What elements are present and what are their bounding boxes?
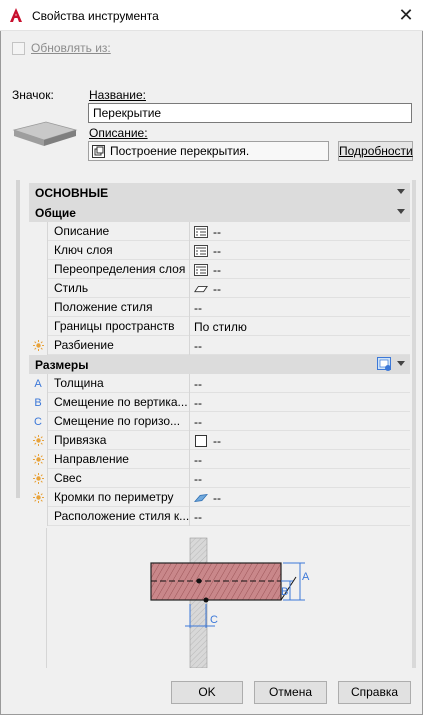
update-from-label: Обновлять из:	[31, 41, 111, 55]
vertical-scrollbar[interactable]	[412, 180, 416, 668]
section-general-title: Общие	[35, 205, 76, 220]
property-row-space-boundaries[interactable]: Границы пространств По стилю	[29, 317, 410, 336]
collapse-icon[interactable]	[397, 209, 405, 214]
help-button[interactable]: Справка	[338, 681, 411, 704]
square-icon	[195, 434, 207, 447]
palette-left-bar	[16, 180, 20, 498]
properties-grid: ОСНОВНЫЕ Общие Описание -- Ключ слоя -- …	[29, 183, 410, 526]
sun-icon	[32, 473, 44, 484]
section-general-header[interactable]: Общие	[29, 203, 410, 222]
collapse-icon[interactable]	[397, 189, 405, 194]
description-field[interactable]: Построение перекрытия.	[88, 141, 329, 161]
window-title: Свойства инструмента	[32, 9, 159, 23]
slab-section-diagram: A B C	[150, 537, 310, 668]
property-row-style-location[interactable]: Положение стиля --	[29, 298, 410, 317]
cancel-button[interactable]: Отмена	[254, 681, 327, 704]
property-row-justify[interactable]: Привязка --	[29, 431, 410, 450]
property-row-layer-key[interactable]: Ключ слоя --	[29, 241, 410, 260]
description-icon	[92, 144, 105, 158]
autocad-logo-icon	[10, 8, 22, 22]
dimension-label-b: B	[281, 586, 288, 598]
property-row-description[interactable]: Описание --	[29, 222, 410, 241]
name-input[interactable]: Перекрытие	[88, 103, 412, 123]
ok-button[interactable]: OK	[171, 681, 243, 704]
collapse-icon[interactable]	[397, 361, 405, 366]
property-row-direction[interactable]: Направление --	[29, 450, 410, 469]
edge-icon	[194, 493, 208, 502]
dimension-letter-b: B	[34, 396, 42, 409]
property-row-horizontal-offset[interactable]: C Смещение по горизо... --	[29, 412, 410, 431]
property-row-perimeter-edges[interactable]: Кромки по периметру --	[29, 488, 410, 507]
section-main-title: ОСНОВНЫЕ	[35, 186, 109, 200]
section-dimensions-title: Размеры	[35, 357, 89, 372]
property-row-split[interactable]: Разбиение --	[29, 336, 410, 355]
dimension-label-a: A	[302, 571, 310, 583]
update-from-checkbox[interactable]	[12, 41, 25, 55]
property-row-layer-overrides[interactable]: Переопределения слоя --	[29, 260, 410, 279]
property-row-overhang[interactable]: Свес --	[29, 469, 410, 488]
sun-icon	[32, 340, 44, 351]
dimension-letter-c: C	[34, 415, 42, 428]
list-icon	[194, 225, 208, 238]
property-row-style[interactable]: Стиль --	[29, 279, 410, 298]
update-from-row[interactable]: Обновлять из:	[12, 41, 111, 55]
dimension-letter-a: A	[34, 377, 42, 390]
sun-icon	[32, 492, 44, 503]
section-dimensions-header[interactable]: Размеры	[29, 355, 410, 374]
dimension-preview: A B C	[46, 528, 410, 668]
name-label: Название:	[89, 88, 146, 102]
title-bar: Свойства инструмента ✕	[0, 0, 423, 31]
description-text: Построение перекрытия.	[110, 144, 250, 158]
list-icon	[194, 244, 208, 257]
details-button[interactable]: Подробности	[338, 141, 413, 161]
description-label: Описание:	[89, 126, 148, 140]
icon-label: Значок:	[12, 88, 54, 102]
dimension-label-c: C	[210, 614, 218, 626]
property-row-vertical-offset[interactable]: B Смещение по вертика... --	[29, 393, 410, 412]
sun-icon	[32, 435, 44, 446]
property-row-style-location-2[interactable]: Расположение стиля к... --	[29, 507, 410, 526]
section-main-header[interactable]: ОСНОВНЫЕ	[29, 183, 410, 203]
list-icon	[194, 263, 208, 276]
property-row-thickness[interactable]: A Толщина --	[29, 374, 410, 393]
slab-tool-icon[interactable]	[12, 118, 78, 148]
image-preview-icon[interactable]	[377, 357, 392, 372]
close-icon[interactable]: ✕	[393, 4, 419, 26]
sun-icon	[32, 454, 44, 465]
slab-style-icon	[194, 285, 208, 292]
